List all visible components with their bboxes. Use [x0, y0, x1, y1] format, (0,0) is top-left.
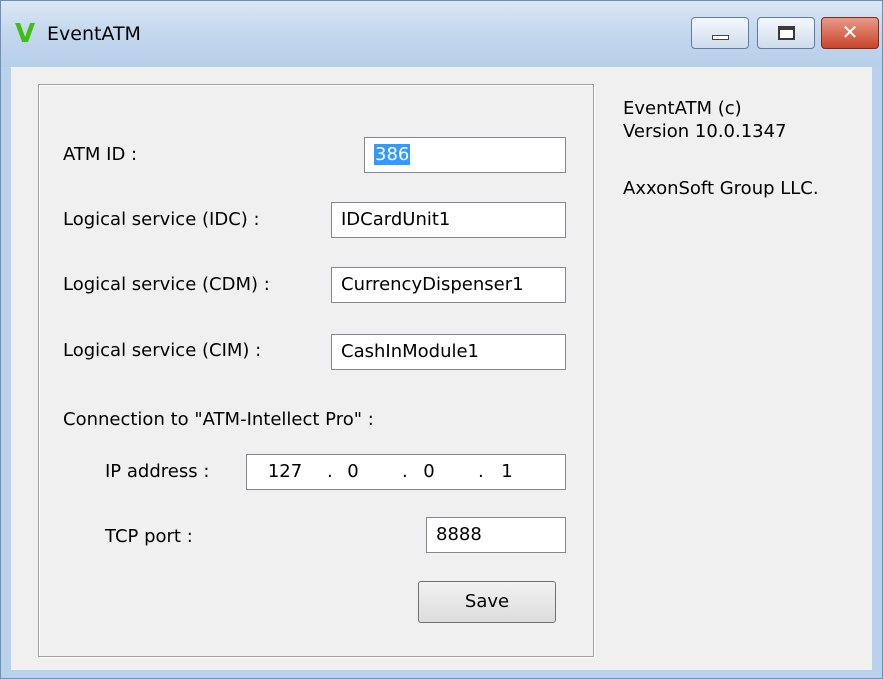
cdm-label: Logical service (CDM) : — [63, 274, 270, 295]
settings-group: ATM ID : 386 Logical service (IDC) : IDC… — [38, 84, 594, 657]
tcp-port-label: TCP port : — [105, 526, 193, 547]
atm-id-input[interactable]: 386 — [364, 137, 566, 173]
ip-octet-4[interactable]: 1 — [487, 461, 527, 482]
minimize-button[interactable] — [691, 17, 749, 49]
cdm-input[interactable]: CurrencyDispenser1 — [331, 267, 566, 303]
ip-octet-2[interactable]: 0 — [333, 461, 373, 482]
about-company: AxxonSoft Group LLC. — [623, 178, 819, 199]
idc-input[interactable]: IDCardUnit1 — [331, 202, 566, 238]
app-window: V EventATM ✕ ATM ID : 386 Logical servic… — [0, 0, 883, 679]
atm-id-value: 386 — [374, 144, 411, 165]
close-icon: ✕ — [841, 20, 859, 44]
ip-octet-1[interactable]: 127 — [265, 461, 305, 482]
maximize-icon — [778, 26, 795, 40]
client-area: ATM ID : 386 Logical service (IDC) : IDC… — [11, 67, 872, 670]
atm-id-label: ATM ID : — [63, 144, 138, 165]
ip-separator-1: . — [327, 461, 333, 482]
cim-label: Logical service (CIM) : — [63, 340, 262, 361]
tcp-port-input[interactable]: 8888 — [426, 517, 566, 553]
minimize-icon — [712, 35, 729, 40]
ip-address-input[interactable]: 127 . 0 . 0 . 1 — [246, 454, 566, 490]
title-bar[interactable]: V EventATM ✕ — [1, 1, 882, 67]
ip-separator-3: . — [478, 461, 484, 482]
idc-label: Logical service (IDC) : — [63, 209, 260, 230]
app-logo-icon: V — [15, 19, 36, 49]
save-button[interactable]: Save — [418, 581, 556, 623]
about-product: EventATM (c) — [623, 98, 742, 119]
ip-octet-3[interactable]: 0 — [409, 461, 449, 482]
maximize-button[interactable] — [757, 17, 815, 49]
ip-separator-2: . — [402, 461, 408, 482]
close-button[interactable]: ✕ — [821, 17, 879, 49]
cim-input[interactable]: CashInModule1 — [331, 334, 566, 370]
connection-heading: Connection to "ATM-Intellect Pro" : — [63, 409, 374, 430]
ip-address-label: IP address : — [105, 461, 210, 482]
window-title: EventATM — [47, 23, 141, 45]
about-version: Version 10.0.1347 — [623, 121, 787, 142]
